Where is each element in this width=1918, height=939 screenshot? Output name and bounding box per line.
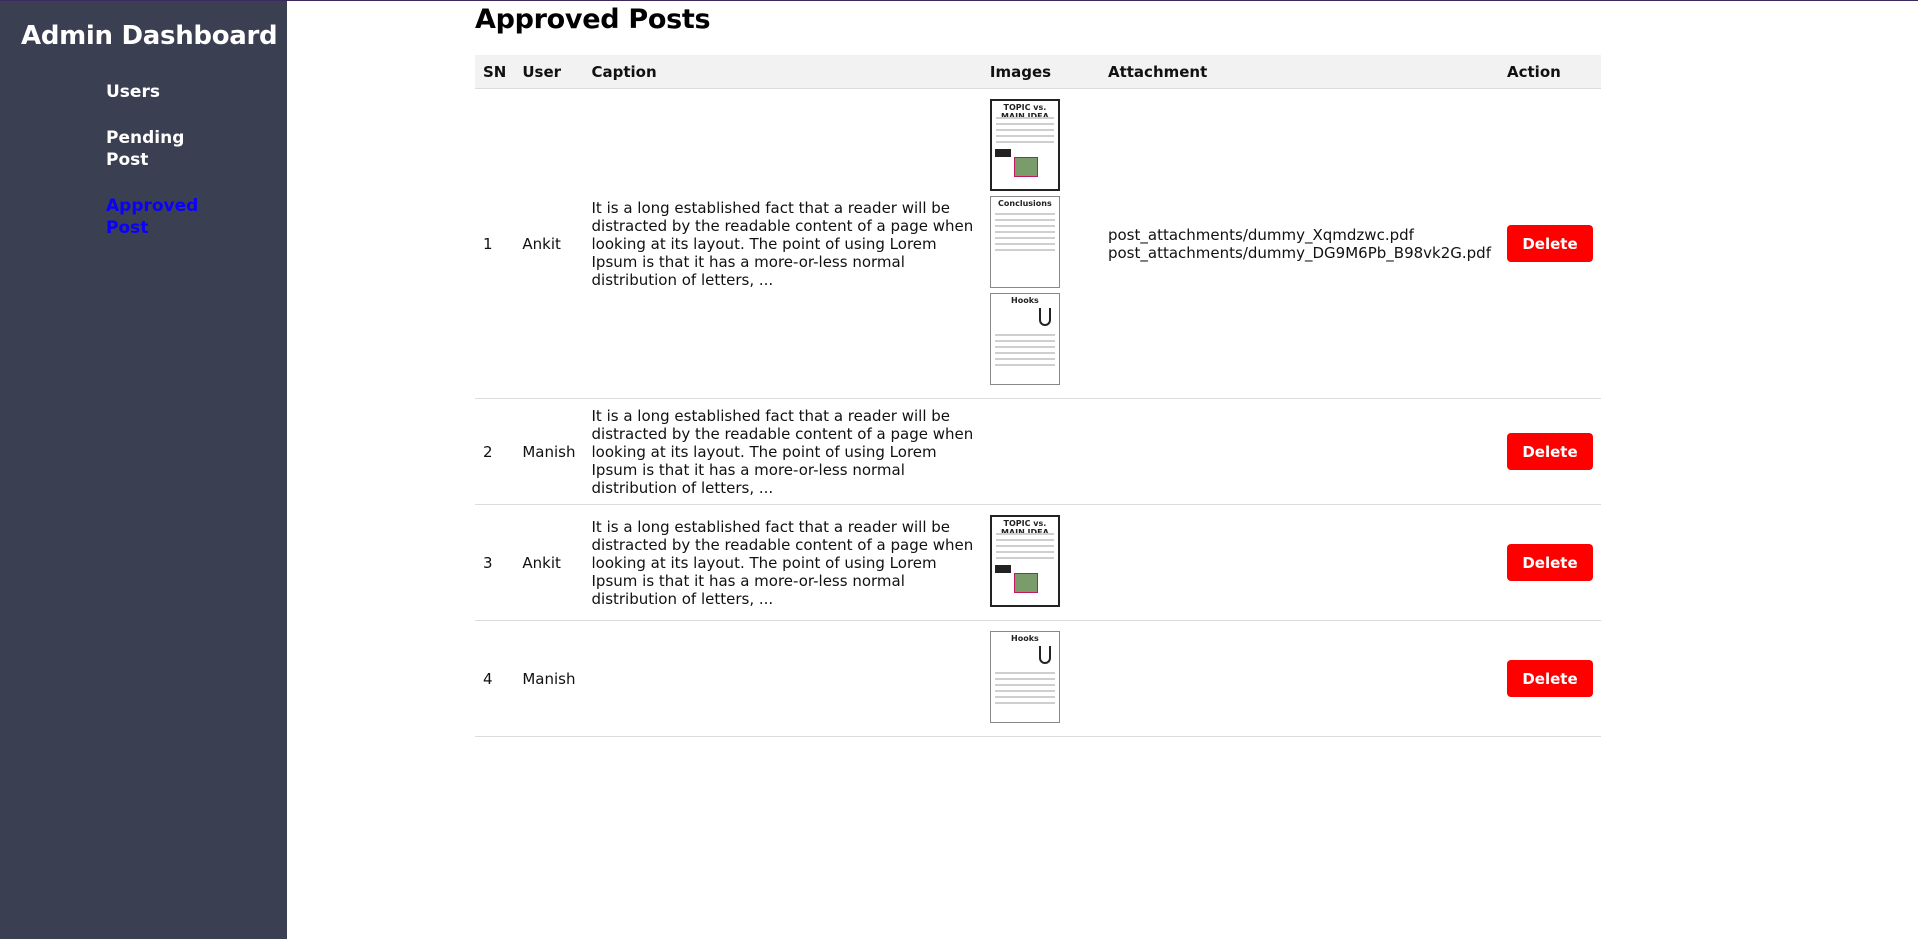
sidebar-item-users[interactable]: Users [106, 81, 216, 103]
cell-user: Ankit [514, 88, 584, 399]
page-title: Approved Posts [475, 4, 711, 35]
cell-action: Delete [1499, 620, 1601, 737]
column-header-caption: Caption [583, 55, 982, 89]
delete-button[interactable]: Delete [1507, 225, 1593, 262]
column-header-action: Action [1499, 55, 1601, 89]
cell-action: Delete [1499, 88, 1601, 399]
cell-sn: 2 [475, 398, 515, 505]
cell-attachment: post_attachments/dummy_Xqmdzwc.pdf post_… [1099, 88, 1499, 399]
cell-attachment [1099, 504, 1499, 621]
column-header-sn: SN [475, 55, 515, 89]
cell-images: TOPIC vs. MAIN IDEA [981, 504, 1100, 621]
column-header-user: User [514, 55, 584, 89]
table-row: 3 Ankit It is a long established fact th… [475, 504, 1601, 621]
sidebar-item-approved-post[interactable]: Approved Post [106, 195, 216, 239]
cell-sn: 3 [475, 504, 515, 621]
attachment-link[interactable]: post_attachments/dummy_DG9M6Pb_B98vk2G.p… [1108, 244, 1491, 262]
table-row: 2 Manish It is a long established fact t… [475, 398, 1601, 505]
cell-caption: It is a long established fact that a rea… [583, 504, 982, 621]
post-image-thumbnail[interactable]: TOPIC vs. MAIN IDEA [989, 99, 1060, 191]
sidebar-nav: Users Pending Post Approved Post [106, 81, 216, 263]
hook-icon [1038, 646, 1051, 664]
app-title: Admin Dashboard [21, 21, 278, 51]
attachment-link[interactable]: post_attachments/dummy_Xqmdzwc.pdf [1108, 226, 1491, 244]
cell-images [981, 398, 1100, 505]
column-header-images: Images [981, 55, 1100, 89]
table-header-row: SN User Caption Images Attachment Action [475, 55, 1601, 89]
approved-posts-table: SN User Caption Images Attachment Action… [475, 55, 1601, 737]
cell-user: Manish [514, 620, 584, 737]
cell-attachment [1099, 398, 1499, 505]
column-header-attachment: Attachment [1099, 55, 1499, 89]
delete-button[interactable]: Delete [1507, 433, 1593, 470]
sidebar: Admin Dashboard Users Pending Post Appro… [0, 1, 287, 939]
cell-images: TOPIC vs. MAIN IDEA Conclusions Hooks [981, 88, 1100, 399]
hook-icon [1038, 308, 1051, 326]
delete-button[interactable]: Delete [1507, 544, 1593, 581]
cell-action: Delete [1499, 504, 1601, 621]
table-row: 4 Manish Hooks Delete [475, 620, 1601, 737]
cell-attachment [1099, 620, 1499, 737]
cell-sn: 1 [475, 88, 515, 399]
cell-user: Manish [514, 398, 584, 505]
cell-caption: It is a long established fact that a rea… [583, 398, 982, 505]
cell-caption: It is a long established fact that a rea… [583, 88, 982, 399]
cell-sn: 4 [475, 620, 515, 737]
post-image-thumbnail[interactable]: TOPIC vs. MAIN IDEA [989, 515, 1060, 607]
cell-images: Hooks [981, 620, 1100, 737]
delete-button[interactable]: Delete [1507, 660, 1593, 697]
post-image-thumbnail[interactable]: Conclusions [989, 196, 1060, 288]
cell-caption [583, 620, 982, 737]
post-image-thumbnail[interactable]: Hooks [989, 293, 1060, 385]
sidebar-item-pending-post[interactable]: Pending Post [106, 127, 216, 171]
thumbnail-title: Hooks [1011, 296, 1039, 305]
thumbnail-title: Conclusions [998, 199, 1052, 208]
table-row: 1 Ankit It is a long established fact th… [475, 88, 1601, 399]
thumbnail-title: Hooks [1011, 634, 1039, 643]
cell-user: Ankit [514, 504, 584, 621]
post-image-thumbnail[interactable]: Hooks [989, 631, 1060, 723]
cell-action: Delete [1499, 398, 1601, 505]
